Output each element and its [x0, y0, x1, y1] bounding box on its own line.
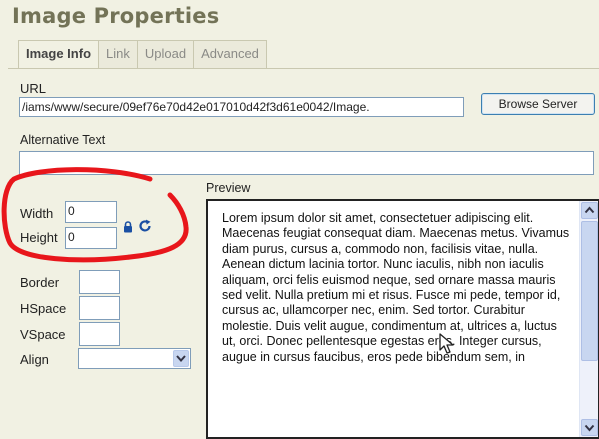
chevron-down-icon	[584, 424, 595, 432]
preview-box[interactable]: Lorem ipsum dolor sit amet, consectetuer…	[206, 199, 599, 439]
height-label: Height	[20, 230, 58, 245]
browse-server-button[interactable]: Browse Server	[481, 93, 595, 115]
scroll-thumb[interactable]	[581, 221, 598, 361]
chevron-down-icon	[176, 355, 186, 363]
vspace-input[interactable]	[79, 322, 120, 346]
lock-icon[interactable]	[123, 221, 133, 233]
tab-link[interactable]: Link	[98, 40, 138, 68]
reset-size-icon[interactable]	[138, 219, 152, 233]
height-input[interactable]: 0	[65, 227, 117, 249]
url-label: URL	[20, 81, 47, 96]
hspace-input[interactable]	[79, 296, 120, 320]
align-dropdown-button[interactable]	[173, 350, 189, 367]
tab-bar: Image Info Link Upload Advanced	[18, 40, 267, 69]
preview-scrollbar[interactable]	[579, 201, 598, 437]
scroll-up-button[interactable]	[581, 202, 598, 219]
cursor-icon	[439, 333, 454, 354]
align-label: Align	[20, 352, 49, 367]
preview-text: Lorem ipsum dolor sit amet, consectetuer…	[222, 211, 570, 364]
tab-image-info[interactable]: Image Info	[18, 40, 100, 69]
border-input[interactable]	[79, 270, 120, 294]
url-input[interactable]: /iams/www/secure/09ef76e70d42e017010d42f…	[19, 97, 464, 117]
chevron-up-icon	[584, 206, 595, 214]
alt-text-input[interactable]	[19, 151, 594, 175]
vspace-label: VSpace	[20, 327, 66, 342]
width-label: Width	[20, 206, 54, 221]
scroll-down-button[interactable]	[581, 419, 598, 436]
tab-upload[interactable]: Upload	[136, 40, 195, 68]
width-input[interactable]: 0	[65, 201, 117, 223]
tab-advanced[interactable]: Advanced	[193, 40, 267, 68]
align-select[interactable]	[78, 348, 191, 369]
alt-text-label: Alternative Text	[20, 133, 106, 147]
tab-divider	[8, 68, 599, 69]
hspace-label: HSpace	[20, 301, 67, 316]
preview-label: Preview	[206, 181, 251, 195]
dialog-title: Image Properties	[12, 4, 220, 28]
border-label: Border	[20, 275, 60, 290]
